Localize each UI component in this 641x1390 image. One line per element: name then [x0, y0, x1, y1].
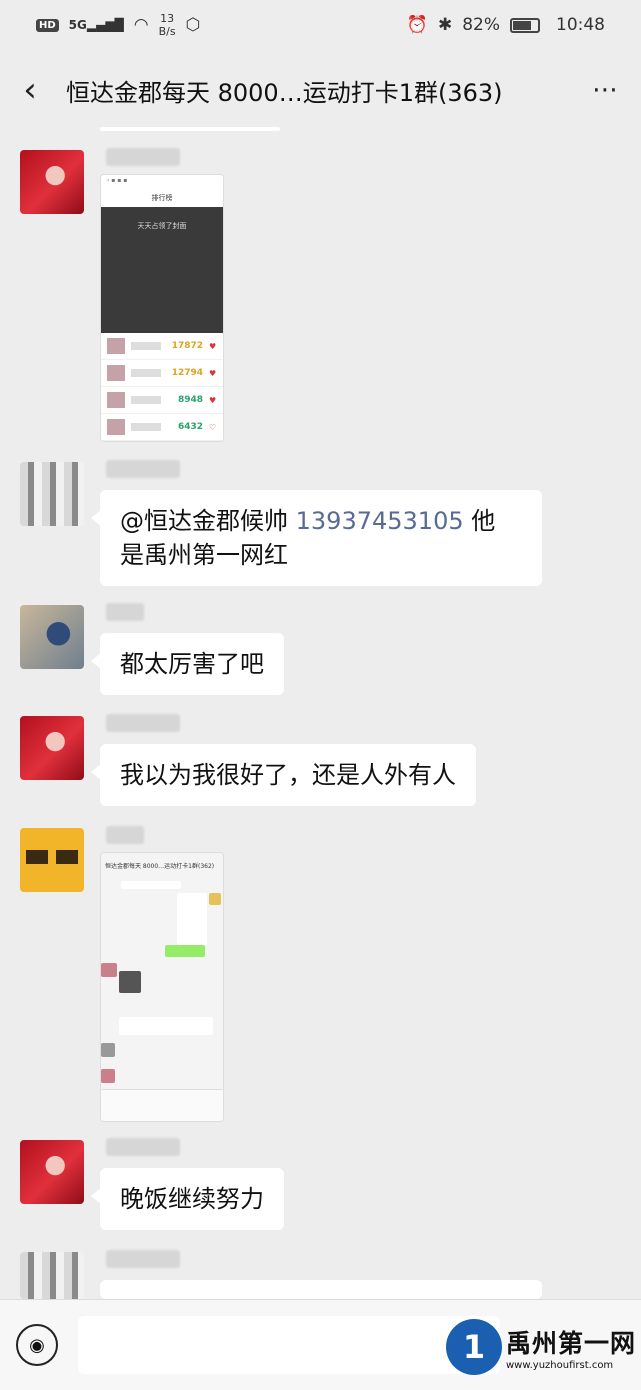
- mini-avatar: [101, 1069, 115, 1083]
- mini-avatar: [101, 963, 117, 977]
- scroll-edge: [100, 127, 280, 131]
- sender-name: [106, 826, 144, 844]
- chat-title: 恒达金郡每天 8000…运动打卡1群(363): [66, 78, 503, 107]
- site-watermark: 1 禹州第一网 www.yuzhoufirst.com: [446, 1319, 636, 1375]
- chat-header: ‹ 恒达金郡每天 8000…运动打卡1群(363) ⋯: [0, 50, 641, 130]
- rank-avatar: [107, 338, 125, 354]
- avatar[interactable]: [20, 828, 84, 892]
- message-bubble[interactable]: @恒达金郡候帅 13937453105 他 是禹州第一网红: [91, 490, 542, 586]
- rank-name: [131, 369, 161, 377]
- message-text: 我以为我很好了，还是人外有人: [120, 761, 456, 789]
- message-bubble[interactable]: 我以为我很好了，还是人外有人: [91, 744, 476, 806]
- rank-row: 6432 ♡: [101, 414, 223, 441]
- message-text: 是禹州第一网红: [120, 541, 288, 569]
- rank-row: 17872 ♥: [101, 333, 223, 360]
- heart-icon: ♡: [209, 422, 217, 432]
- mini-avatar: [209, 893, 221, 905]
- rank-steps: 17872: [171, 341, 203, 351]
- network-speed: 13 B/s: [158, 12, 176, 38]
- sender-name: [106, 460, 180, 478]
- mini-banner: 天天占领了封面: [101, 207, 223, 333]
- rank-row: 12794 ♥: [101, 360, 223, 387]
- rank-name: [131, 396, 161, 404]
- mini-bubble: [121, 881, 181, 889]
- sender-name: [106, 148, 180, 166]
- mini-input-bar: [101, 1089, 223, 1121]
- message-input[interactable]: [78, 1316, 500, 1374]
- message-bubble[interactable]: 晚饭继续努力: [91, 1168, 284, 1230]
- avatar[interactable]: [20, 1252, 84, 1299]
- rank-name: [131, 342, 161, 350]
- mention[interactable]: @恒达金郡候帅: [120, 507, 288, 535]
- rank-steps: 8948: [177, 395, 203, 405]
- watermark-logo: 1: [446, 1319, 502, 1375]
- mini-bubble: [165, 945, 205, 957]
- hand-icon: ⬡: [185, 15, 201, 35]
- back-icon[interactable]: ‹: [0, 60, 60, 120]
- rank-steps: 6432: [177, 422, 203, 432]
- avatar[interactable]: [20, 150, 84, 214]
- wifi-icon: ◠: [133, 15, 149, 35]
- message-text: 晚饭继续努力: [120, 1185, 264, 1213]
- sender-name: [106, 603, 144, 621]
- message-bubble[interactable]: 都太厉害了吧: [91, 633, 284, 695]
- rank-avatar: [107, 365, 125, 381]
- phone-link[interactable]: 13937453105: [296, 507, 464, 535]
- avatar[interactable]: [20, 462, 84, 526]
- rank-steps: 12794: [171, 368, 203, 378]
- heart-icon: ♥: [209, 341, 217, 351]
- avatar[interactable]: [20, 605, 84, 669]
- message-bubble[interactable]: [91, 1280, 542, 1316]
- battery-icon: [510, 17, 540, 33]
- mini-avatar: [101, 1043, 115, 1057]
- heart-icon: ♥: [209, 395, 217, 405]
- avatar[interactable]: [20, 716, 84, 780]
- image-message-thumbnail[interactable]: 恒达金郡每天 8000…运动打卡1群(362): [100, 852, 224, 1122]
- message-text: 他: [471, 507, 496, 535]
- battery-percent: 82%: [462, 15, 500, 35]
- watermark-url: www.yuzhoufirst.com: [506, 1359, 614, 1371]
- mini-status-bar: ‹ ▪ ▪ ▪: [107, 177, 128, 184]
- hd-badge: HD: [36, 18, 59, 32]
- watermark-name: 禹州第一网: [506, 1328, 637, 1358]
- alarm-icon: ⏰: [406, 15, 428, 35]
- rank-row: 3353♡: [101, 441, 223, 442]
- more-icon[interactable]: ⋯: [571, 75, 641, 105]
- message-text: 都太厉害了吧: [120, 650, 264, 678]
- avatar[interactable]: [20, 1140, 84, 1204]
- mini-chat-title: 恒达金郡每天 8000…运动打卡1群(362): [105, 863, 215, 870]
- clock-time: 10:48: [556, 15, 605, 35]
- voice-icon[interactable]: ◉: [16, 1324, 58, 1366]
- mini-image: [119, 971, 141, 993]
- image-message-thumbnail[interactable]: ‹ ▪ ▪ ▪ 排行榜 天天占领了封面 17872 ♥ 12794 ♥ 8948 ♥ 643…: [100, 174, 224, 442]
- rank-row: 8948 ♥: [101, 387, 223, 414]
- rank-name: [131, 423, 161, 431]
- mini-title: 排行榜: [151, 194, 173, 202]
- mini-bubble: [119, 1017, 213, 1035]
- rank-avatar: [107, 392, 125, 408]
- status-bar: HD 5G▂▄▆█ ◠ 13 B/s ⬡ ⏰ ✱ 82% 10:48: [0, 0, 641, 50]
- signal-icon: 5G▂▄▆█: [68, 18, 124, 32]
- sender-name: [106, 1250, 180, 1268]
- sender-name: [106, 1138, 180, 1156]
- mini-image: [177, 893, 207, 945]
- sender-name: [106, 714, 180, 732]
- rank-avatar: [107, 419, 125, 435]
- heart-icon: ♥: [209, 368, 217, 378]
- bluetooth-icon: ✱: [437, 15, 453, 35]
